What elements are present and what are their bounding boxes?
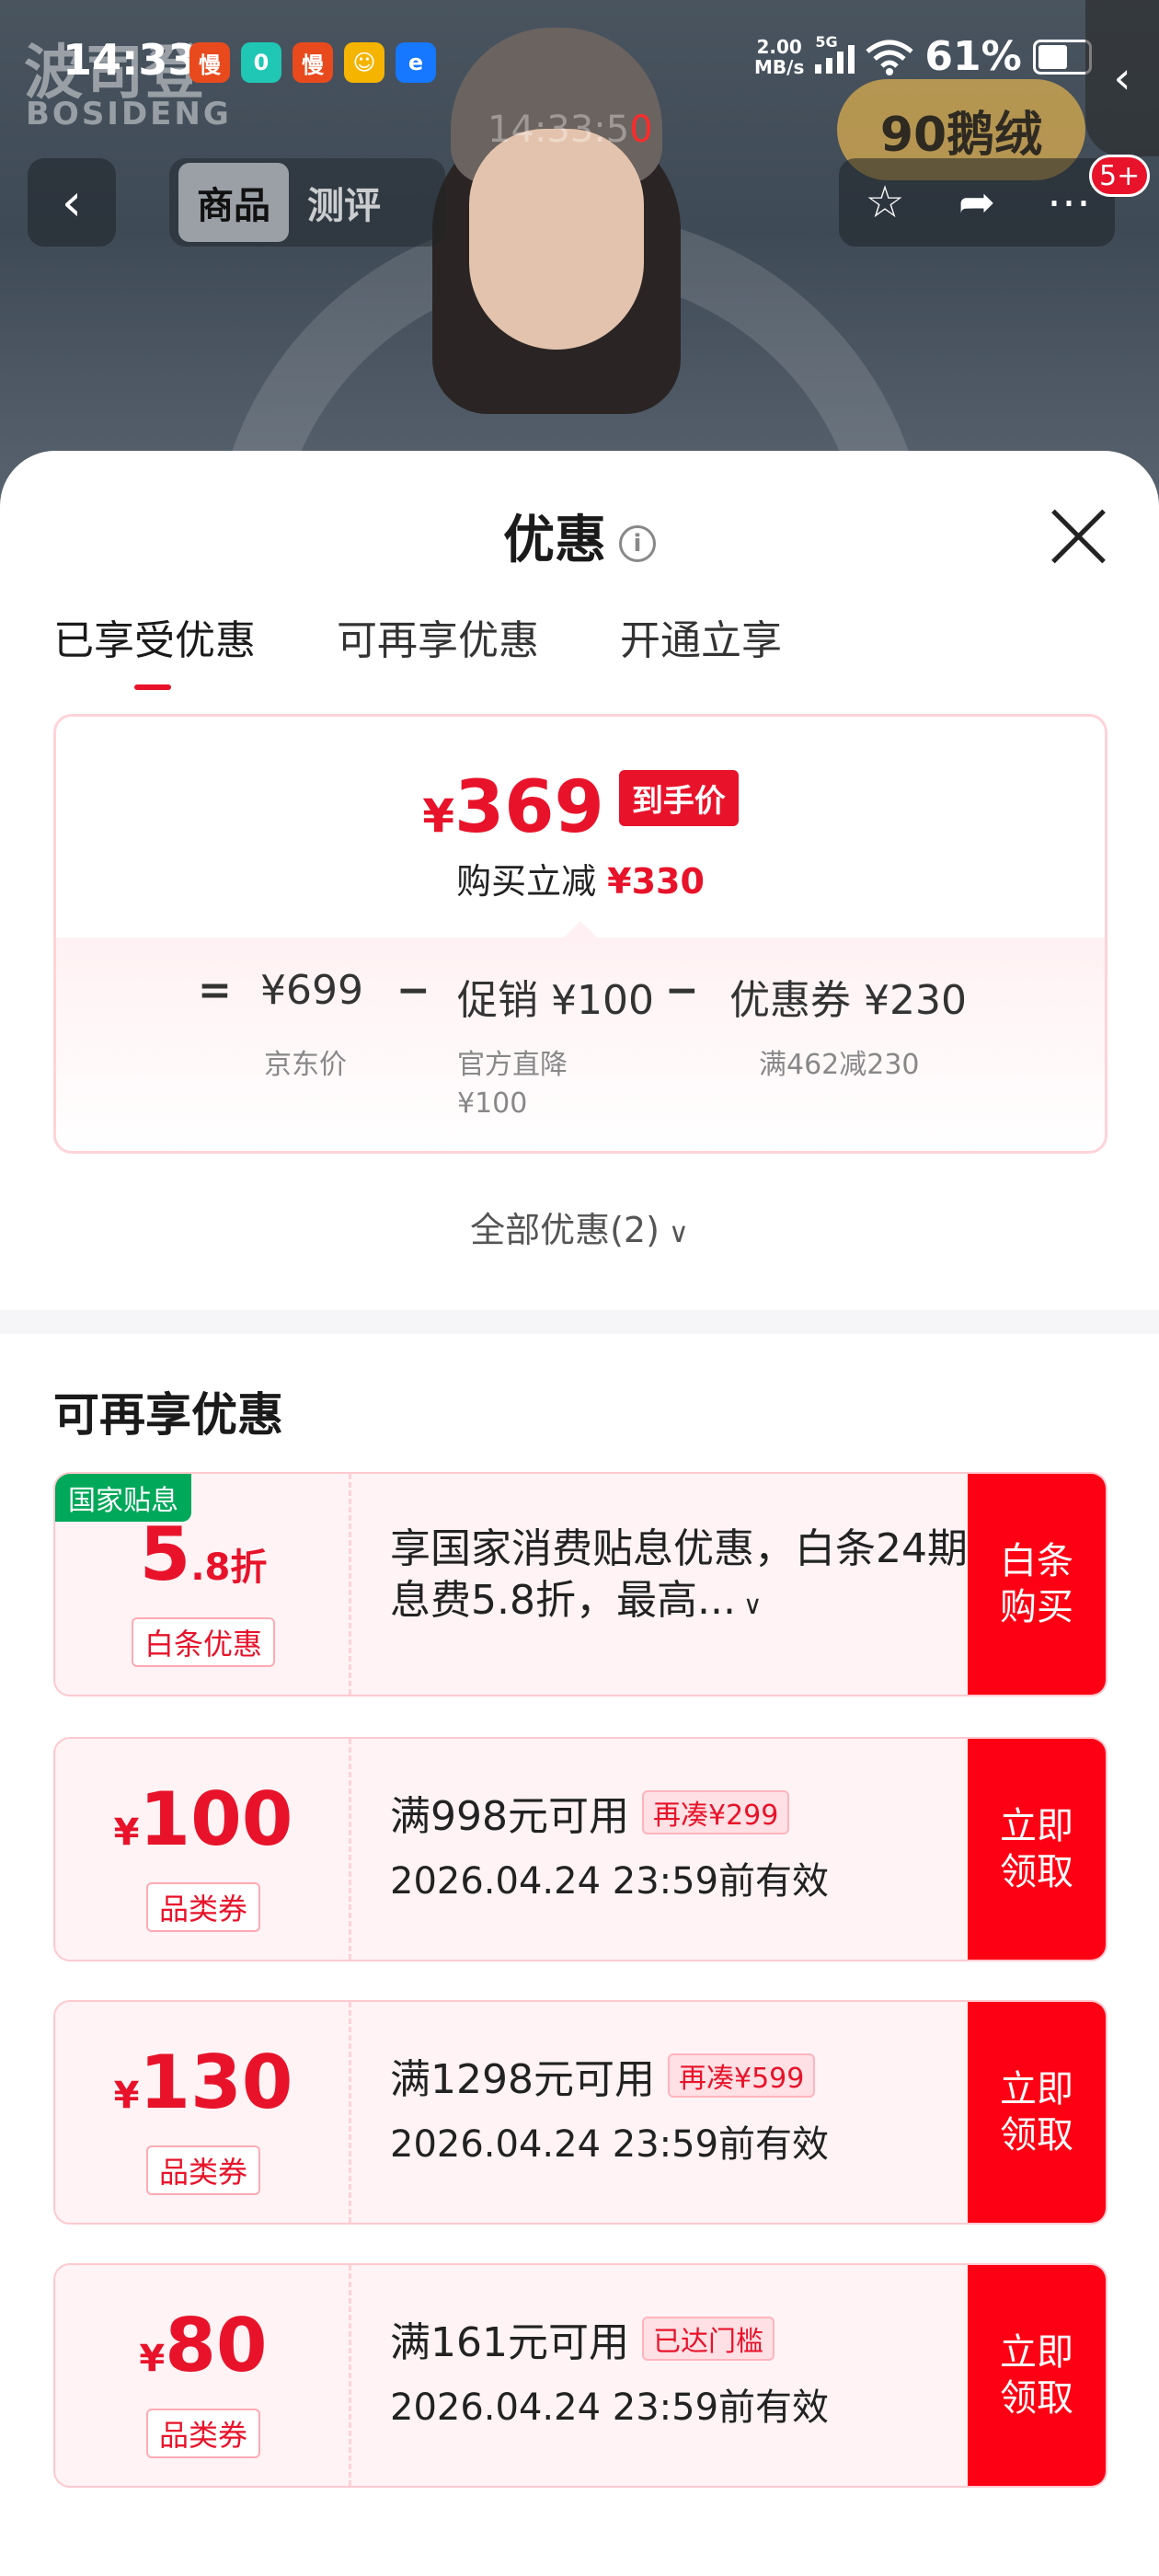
star-icon[interactable]: ☆ <box>843 177 926 228</box>
coupon-card: ¥80 品类券 满161元可用 已达门槛 2026.04.24 23:59前有效 … <box>53 2263 1107 2488</box>
coupon-label: 满462减230 <box>759 1049 920 1081</box>
coupon-card: ¥100 品类券 满998元可用 再凑¥299 2026.04.24 23:59前… <box>53 1737 1107 1961</box>
coupon-gap-pill: 再凑¥299 <box>641 1790 790 1834</box>
side-panel-chevron-icon[interactable]: ‹ <box>1085 0 1159 156</box>
app-notification-icon: 0 <box>241 42 281 83</box>
coupon-validity: 2026.04.24 23:59前有效 <box>390 2123 830 2166</box>
app-notification-icon: e <box>396 42 436 83</box>
jd-price: ¥699 <box>260 967 363 1014</box>
cellular-signal-icon: 5G <box>815 33 855 74</box>
app-notification-icon: ☺ <box>344 42 384 83</box>
discount-rate: 5.8折 <box>139 1512 268 1597</box>
coupon-condition: 满1298元可用 <box>390 2056 655 2103</box>
status-bar: 14:33 慢 0 慢 ☺ e 2.00 MB/s 5G 61% <box>0 0 1159 120</box>
chevron-down-icon: ∨ <box>668 1217 689 1249</box>
coupon-validity: 2026.04.24 23:59前有效 <box>390 1860 830 1903</box>
tab-activate-discounts[interactable]: 开通立享 <box>620 607 782 690</box>
tab-review[interactable]: 测评 <box>289 163 399 242</box>
tab-enjoyed-discounts[interactable]: 已享受优惠 <box>53 607 256 690</box>
final-price: ¥369 到手价 <box>56 766 1105 849</box>
net-speed: 2.00 MB/s <box>754 35 805 78</box>
coupon-validity: 2026.04.24 23:59前有效 <box>390 2386 830 2429</box>
coupon-threshold-pill: 已达门槛 <box>641 2317 775 2361</box>
final-price-tag: 到手价 <box>618 770 739 826</box>
coupon-type-badge: 品类券 <box>145 1882 260 1932</box>
discount-tabs: 已享受优惠 可再享优惠 开通立享 <box>53 607 782 690</box>
claim-coupon-button[interactable]: 立即领取 <box>968 2002 1106 2223</box>
tab-more-discounts[interactable]: 可再享优惠 <box>337 607 539 690</box>
all-promos-toggle[interactable]: 全部优惠(2) ∨ <box>0 1202 1159 1252</box>
app-notification-icon: 慢 <box>189 42 230 83</box>
status-indicators: 2.00 MB/s 5G 61% <box>754 33 1092 80</box>
wifi-icon <box>866 40 913 75</box>
coupon-gap-pill: 再凑¥599 <box>667 2053 816 2098</box>
product-nav-tabs: 商品 测评 <box>169 158 445 247</box>
coupon-amount: ¥80 <box>139 2303 268 2388</box>
tab-product[interactable]: 商品 <box>178 163 289 242</box>
battery-icon <box>1032 39 1092 75</box>
gov-subsidy-tag: 国家贴息 <box>55 1474 191 1522</box>
section-divider <box>0 1310 1159 1334</box>
final-price-card: ¥369 到手价 购买立减 ¥330 = ¥699 − 促销 ¥100 − 优惠券 … <box>53 714 1107 1154</box>
claim-coupon-button[interactable]: 立即领取 <box>968 2265 1106 2486</box>
discount-sheet: 优惠 i 已享受优惠 可再享优惠 开通立享 ¥369 到手价 购买立减 ¥330 = … <box>0 451 1159 2576</box>
coupon-condition: 满998元可用 <box>390 1793 629 1840</box>
saving-summary: 购买立减 ¥330 <box>456 861 705 902</box>
back-button[interactable]: ‹ <box>28 158 116 247</box>
product-actions: ☆ ➦ ⋯ <box>839 158 1115 247</box>
offer-description[interactable]: 享国家消费贴息优惠，白条24期息费5.8折，最高... ∨ <box>390 1524 979 1631</box>
baitiao-offer-card: 5.8折 白条优惠 国家贴息 享国家消费贴息优惠，白条24期息费5.8折，最高.… <box>53 1472 1107 1696</box>
minus-sign: − <box>396 967 430 1014</box>
status-time: 14:33 <box>63 35 198 85</box>
jd-price-label: 京东价 <box>264 1049 347 1081</box>
coupon-discount: 优惠券 ¥230 <box>729 977 967 1024</box>
coupon-type-badge: 品类券 <box>145 2409 260 2458</box>
offer-type-badge: 白条优惠 <box>131 1617 275 1667</box>
claim-coupon-button[interactable]: 立即领取 <box>968 1739 1106 1960</box>
coupon-amount: ¥130 <box>113 2040 293 2125</box>
promo-label: 官方直降 ¥100 <box>457 1049 568 1120</box>
section-title: 可再享优惠 <box>53 1388 283 1442</box>
sheet-title: 优惠 i <box>0 499 1159 573</box>
coupon-type-badge: 品类券 <box>145 2145 260 2195</box>
promo-discount: 促销 ¥100 <box>457 977 654 1024</box>
battery-percent: 61% <box>924 33 1022 80</box>
minus-sign: − <box>665 967 699 1014</box>
info-icon[interactable]: i <box>619 524 656 562</box>
share-icon[interactable]: ➦ <box>935 177 1018 228</box>
chevron-down-icon: ∨ <box>742 1590 763 1620</box>
message-count-badge: 5+ <box>1089 155 1151 197</box>
baitiao-buy-button[interactable]: 白条购买 <box>968 1474 1106 1695</box>
coupon-amount: ¥100 <box>113 1777 293 1862</box>
close-icon[interactable] <box>1045 500 1111 567</box>
notification-icons: 慢 0 慢 ☺ e <box>189 42 436 83</box>
equals-sign: = <box>198 967 232 1014</box>
coupon-condition: 满161元可用 <box>390 2319 629 2366</box>
app-notification-icon: 慢 <box>293 42 333 83</box>
coupon-card: ¥130 品类券 满1298元可用 再凑¥599 2026.04.24 23:59… <box>53 2000 1107 2225</box>
